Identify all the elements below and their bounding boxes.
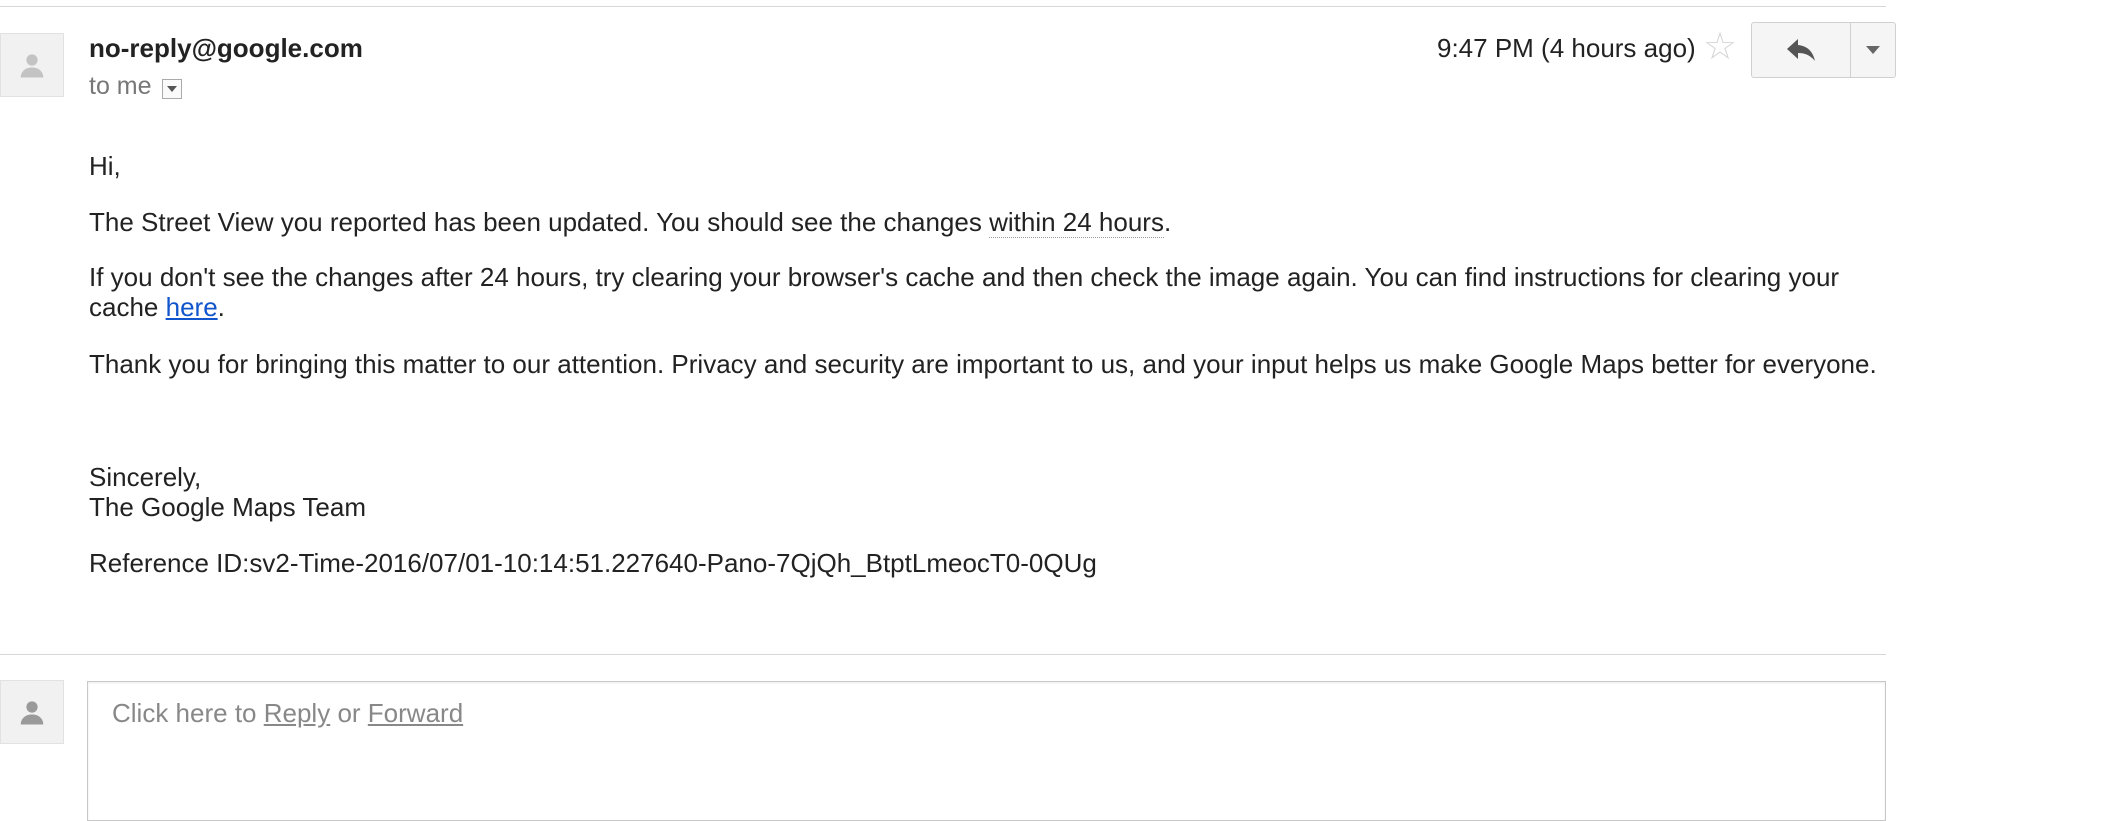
paragraph-cache: If you don't see the changes after 24 ho…	[89, 262, 1849, 322]
sender-avatar[interactable]	[0, 33, 64, 97]
signature: The Google Maps Team	[89, 492, 366, 522]
recipient-row: to me	[89, 72, 182, 101]
reply-box[interactable]: Click here to Reply or Forward	[87, 681, 1886, 821]
paragraph-updated-end: .	[1163, 207, 1172, 237]
time-emphasis: within 24 hours	[989, 207, 1164, 238]
reply-button[interactable]	[1751, 22, 1851, 78]
here-link[interactable]: here	[166, 292, 218, 322]
reply-link[interactable]: Reply	[264, 698, 330, 728]
paragraph-updated: The Street View you reported has been up…	[89, 207, 1889, 238]
reply-prompt-prefix: Click here to	[112, 698, 264, 728]
person-icon	[20, 701, 44, 725]
forward-link[interactable]: Forward	[368, 698, 463, 728]
paragraph-updated-text: The Street View you reported has been up…	[89, 207, 990, 237]
show-details-icon[interactable]	[161, 78, 182, 99]
person-icon	[20, 54, 44, 78]
top-divider	[0, 6, 1886, 7]
paragraph-cache-text: If you don't see the changes after 24 ho…	[89, 262, 1840, 322]
dropdown-arrow-icon	[1866, 46, 1880, 54]
reply-arrow-icon	[1787, 39, 1815, 61]
reply-prompt: Click here to Reply or Forward	[112, 698, 463, 729]
sign-off: Sincerely,	[89, 462, 202, 492]
greeting: Hi,	[89, 151, 121, 181]
reference-id: Reference ID:sv2-Time-2016/07/01-10:14:5…	[89, 548, 1097, 578]
message-divider	[0, 654, 1886, 655]
reply-prompt-middle: or	[330, 698, 368, 728]
more-actions-button[interactable]	[1850, 22, 1896, 78]
recipient-label: to me	[89, 72, 152, 100]
my-avatar	[0, 680, 64, 744]
message-timestamp: 9:47 PM (4 hours ago)	[1437, 33, 1696, 63]
paragraph-cache-end: .	[217, 292, 225, 322]
paragraph-thanks: Thank you for bringing this matter to ou…	[89, 349, 1877, 379]
star-icon[interactable]: ☆	[1703, 28, 1737, 66]
sender-email[interactable]: no-reply@google.com	[89, 33, 363, 64]
